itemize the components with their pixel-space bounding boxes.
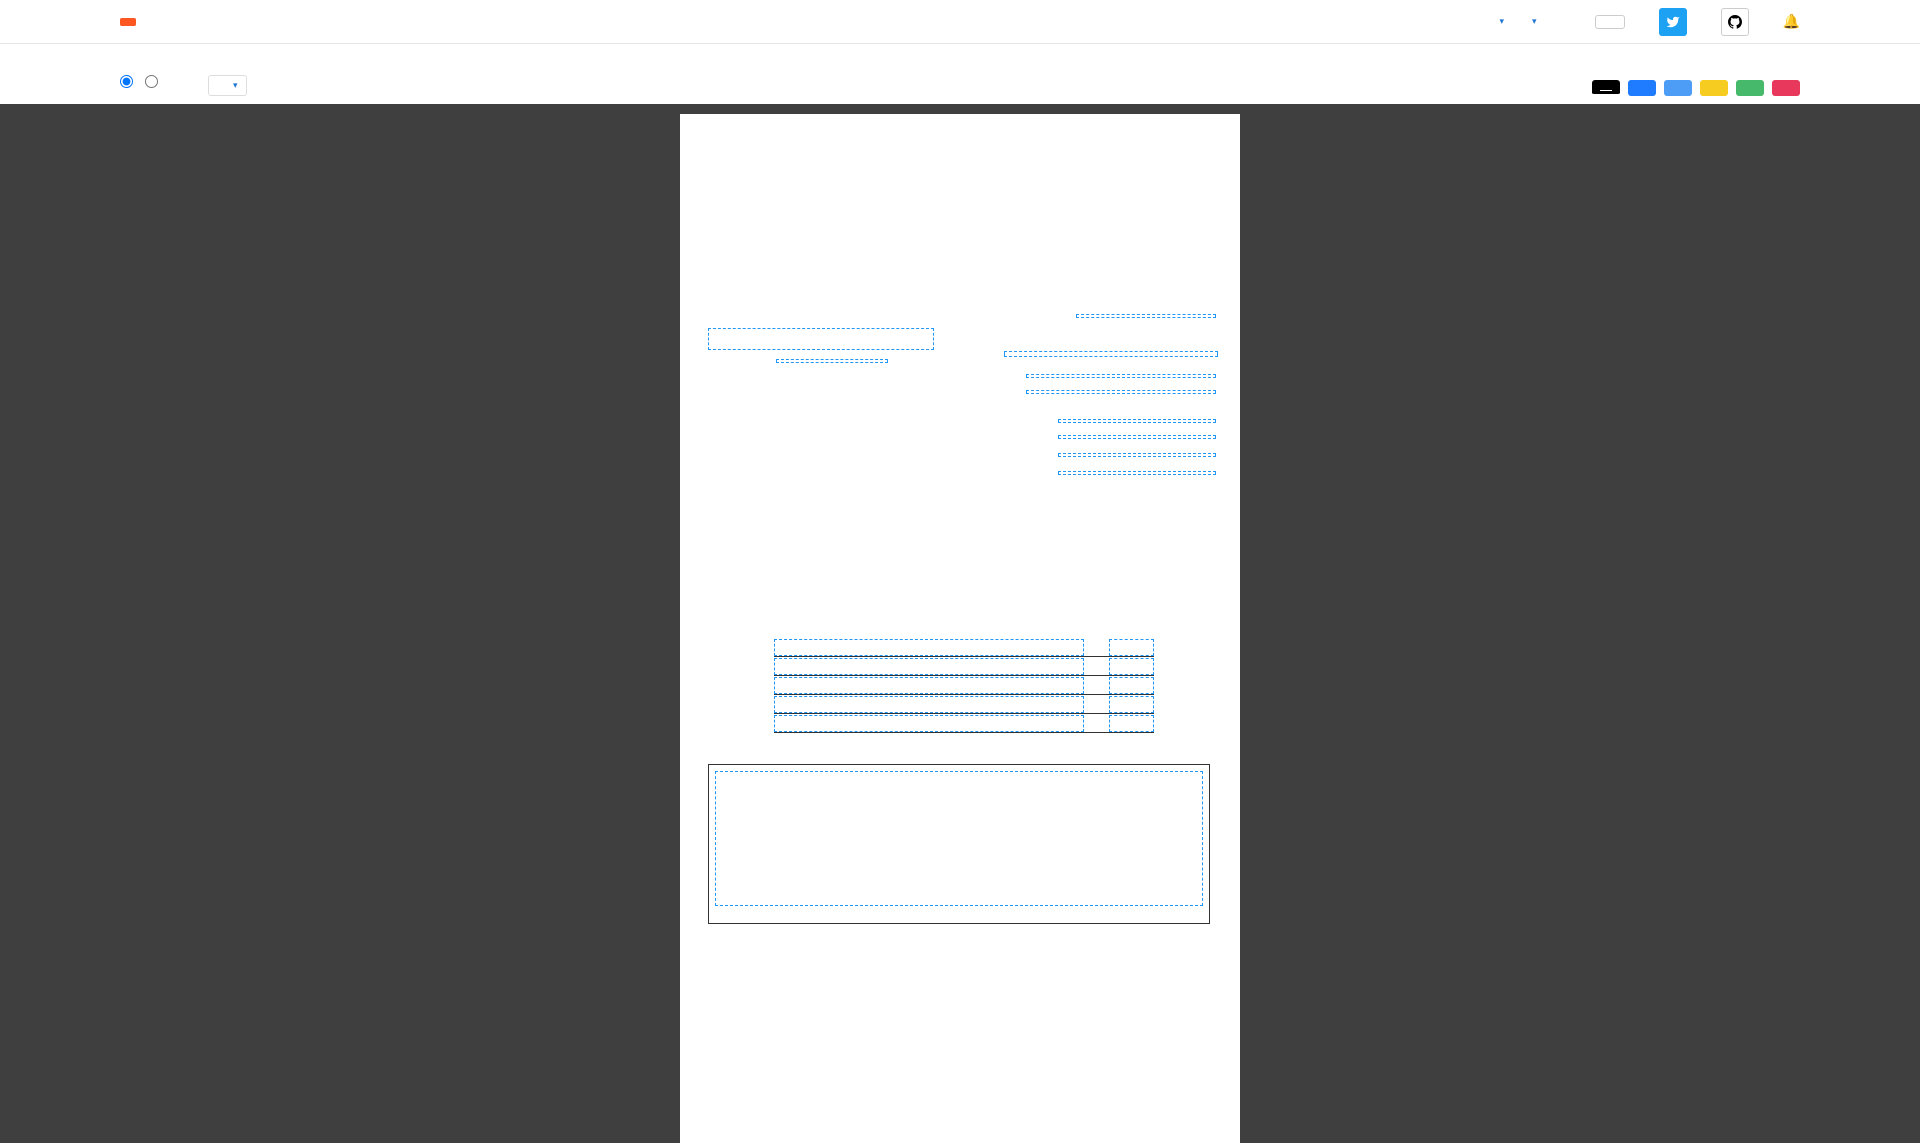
email-field[interactable]: [1058, 453, 1216, 457]
bell-icon[interactable]: 🔔: [1783, 13, 1800, 30]
table-row: [774, 638, 1154, 657]
doc-name-field[interactable]: [774, 658, 1084, 675]
table-row: [774, 657, 1154, 676]
logo[interactable]: [120, 18, 136, 26]
toolbar: ▾: [0, 44, 1920, 104]
mypage-button[interactable]: [1595, 15, 1625, 29]
doc-name-field[interactable]: [774, 715, 1084, 732]
doc-name-field[interactable]: [774, 639, 1084, 656]
address-field[interactable]: [1026, 390, 1216, 394]
postal-field[interactable]: [1026, 374, 1216, 378]
date-field[interactable]: [1076, 314, 1216, 318]
mode-batch-radio[interactable]: [145, 75, 158, 88]
nav: ▾ ▾ 🔔: [1424, 8, 1801, 36]
example-button[interactable]: [1664, 80, 1692, 96]
table-row: [774, 676, 1154, 695]
table-row: [774, 695, 1154, 714]
fax-field[interactable]: [1058, 435, 1216, 439]
input-mode-group: [120, 69, 168, 96]
create-button[interactable]: [1772, 80, 1800, 96]
header: ▾ ▾ 🔔: [0, 0, 1920, 44]
howto-button[interactable]: [1628, 80, 1656, 96]
tanto-field[interactable]: [1058, 471, 1216, 475]
mode-wysiwyg-radio[interactable]: [120, 75, 133, 88]
document-table: [774, 638, 1154, 733]
support-button[interactable]: [1592, 80, 1620, 96]
nav-resource[interactable]: ▾: [1528, 16, 1537, 27]
doc-qty-field[interactable]: [1109, 677, 1154, 694]
twitter-icon[interactable]: [1659, 8, 1687, 36]
document-page: [680, 114, 1240, 1143]
nav-service[interactable]: ▾: [1496, 16, 1505, 27]
notes-box: [708, 764, 1210, 924]
canvas: [0, 104, 1920, 1143]
doc-qty-field[interactable]: [1109, 658, 1154, 675]
doc-qty-field[interactable]: [1109, 715, 1154, 732]
notes-field[interactable]: [715, 771, 1203, 906]
tel-field[interactable]: [1058, 419, 1216, 423]
doc-name-field[interactable]: [774, 696, 1084, 713]
sender-company-field[interactable]: [1004, 351, 1218, 357]
doc-qty-field[interactable]: [1109, 639, 1154, 656]
save-button[interactable]: [1700, 80, 1728, 96]
recipient-company-field[interactable]: [708, 328, 934, 350]
doc-qty-field[interactable]: [1109, 696, 1154, 713]
greeting-text: [774, 494, 1174, 502]
chevron-down-icon: ▾: [1532, 16, 1537, 27]
chevron-down-icon: ▾: [233, 80, 238, 91]
github-icon[interactable]: [1721, 8, 1749, 36]
chevron-down-icon: ▾: [1500, 16, 1505, 27]
recipient-person-field[interactable]: [776, 359, 888, 363]
table-row: [774, 714, 1154, 733]
count-group: ▾: [208, 69, 247, 96]
document-title: [680, 114, 1240, 186]
edit-form-button[interactable]: [1736, 80, 1764, 96]
count-select[interactable]: ▾: [208, 75, 247, 96]
doc-name-field[interactable]: [774, 677, 1084, 694]
